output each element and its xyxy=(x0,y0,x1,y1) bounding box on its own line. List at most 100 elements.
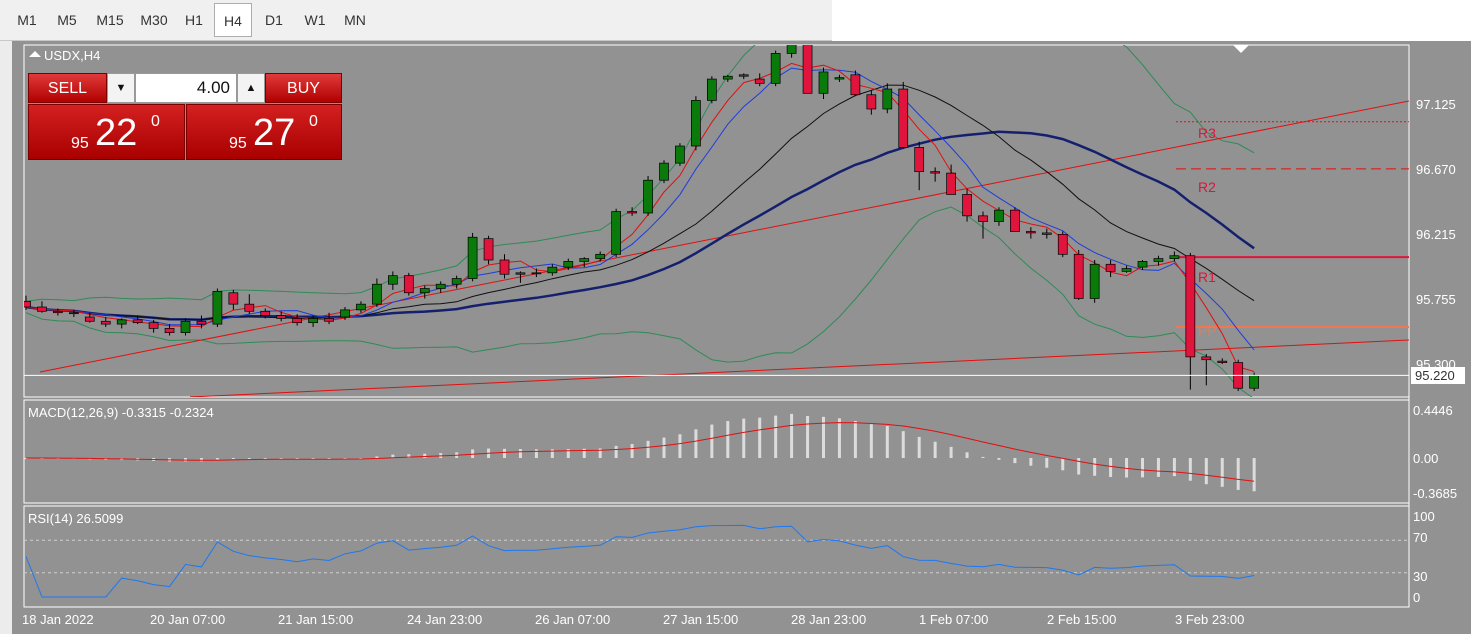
macd-histogram-bar xyxy=(630,444,634,458)
bear-candle xyxy=(978,215,988,222)
rsi-label: RSI(14) 26.5099 xyxy=(28,511,123,526)
bear-candle xyxy=(100,320,111,325)
time-tick: 24 Jan 23:00 xyxy=(407,612,482,627)
macd-tick: 0.4446 xyxy=(1413,403,1453,418)
sell-price-main: 22 xyxy=(95,112,138,154)
bear-candle xyxy=(53,310,63,314)
bull-candle xyxy=(722,75,733,80)
bull-candle xyxy=(388,275,398,285)
bear-candle xyxy=(292,318,302,324)
time-tick: 2 Feb 15:00 xyxy=(1047,612,1116,627)
macd-histogram-bar xyxy=(1141,458,1144,478)
macd-tick: 0.00 xyxy=(1413,451,1438,466)
macd-histogram-bar xyxy=(646,440,650,458)
shift-marker-icon[interactable] xyxy=(1233,45,1249,53)
macd-histogram-bar xyxy=(869,424,873,458)
bull-candle xyxy=(595,253,606,259)
rsi-panel xyxy=(24,524,1409,598)
macd-panel-frame xyxy=(23,399,1410,504)
lot-decrease-button[interactable]: ▼ xyxy=(107,73,135,103)
bear-candle xyxy=(483,238,494,261)
macd-histogram-bar xyxy=(837,418,841,458)
sell-price-box[interactable]: 95 22 0 xyxy=(28,104,185,160)
bear-candle xyxy=(914,147,925,173)
bear-candle xyxy=(196,320,207,325)
macd-histogram-bar xyxy=(518,449,522,458)
macd-histogram-bar xyxy=(247,458,251,459)
bear-candle xyxy=(1010,209,1020,232)
macd-histogram-bar xyxy=(758,417,762,458)
current-price-label: 95.220 xyxy=(1415,368,1455,383)
macd-histogram-bar xyxy=(981,456,985,458)
rsi-line xyxy=(25,524,1255,598)
rsi-tick: 70 xyxy=(1413,530,1427,545)
bull-candle xyxy=(531,272,542,275)
bull-candle xyxy=(419,288,430,294)
macd-histogram-bar xyxy=(917,436,921,458)
macd-histogram-bar xyxy=(215,458,219,460)
bear-candle xyxy=(1105,263,1116,272)
bull-candle xyxy=(675,145,685,164)
pivot-label-r2: R2 xyxy=(1198,179,1216,195)
macd-histogram-bar xyxy=(710,424,714,458)
macd-histogram-bar xyxy=(1077,458,1081,475)
pivot-label-pp: PP xyxy=(1198,323,1217,339)
bull-candle xyxy=(738,74,749,77)
macd-histogram-bar xyxy=(885,426,889,458)
macd-histogram-bar xyxy=(1093,458,1097,476)
macd-histogram-bar xyxy=(1029,458,1033,466)
macd-histogram-bar xyxy=(375,456,379,458)
bull-candle xyxy=(659,162,669,181)
bear-candle xyxy=(930,171,941,174)
bull-candle xyxy=(691,100,701,147)
macd-histogram-bar xyxy=(678,434,682,458)
bear-candle xyxy=(228,292,239,305)
bull-candle xyxy=(515,272,526,275)
bull-candle xyxy=(308,318,318,324)
chevron-down-icon: ▼ xyxy=(115,82,127,94)
bull-candle xyxy=(994,209,1004,222)
macd-histogram-bar xyxy=(965,452,969,458)
rsi-tick: 100 xyxy=(1413,509,1435,524)
time-tick: 1 Feb 07:00 xyxy=(919,612,988,627)
lot-size-input[interactable] xyxy=(135,73,237,103)
macd-histogram-bar xyxy=(742,418,746,458)
buy-button[interactable]: BUY xyxy=(265,73,342,103)
bull-candle xyxy=(563,261,574,268)
bull-candle xyxy=(1169,255,1180,259)
macd-histogram-bar xyxy=(1156,458,1160,477)
bear-candle xyxy=(37,306,47,312)
time-tick: 26 Jan 07:00 xyxy=(535,612,610,627)
time-tick: 27 Jan 15:00 xyxy=(663,612,738,627)
macd-histogram-bar xyxy=(694,429,698,458)
lot-increase-button[interactable]: ▲ xyxy=(237,73,265,103)
macd-histogram-bar xyxy=(1220,458,1224,487)
price-tick: 97.125 xyxy=(1416,97,1456,112)
bear-candle xyxy=(1073,253,1084,299)
macd-histogram-bar xyxy=(1172,458,1176,477)
bear-candle xyxy=(1217,360,1228,363)
rsi-panel-frame xyxy=(23,505,1410,608)
macd-histogram-bar xyxy=(949,446,953,458)
macd-histogram-bar xyxy=(1109,458,1113,477)
bull-candle xyxy=(1249,375,1260,389)
time-tick: 21 Jan 15:00 xyxy=(278,612,353,627)
buy-price-box[interactable]: 95 27 0 xyxy=(186,104,342,160)
bull-candle xyxy=(340,309,350,318)
bear-candle xyxy=(627,211,637,214)
buy-price-prefix: 95 xyxy=(229,135,247,152)
bull-candle xyxy=(180,320,191,334)
bear-candle xyxy=(324,318,334,322)
bear-candle xyxy=(850,74,861,96)
bear-candle xyxy=(244,303,255,312)
macd-histogram-bar xyxy=(263,458,267,459)
price-tick: 96.670 xyxy=(1416,162,1456,177)
time-tick: 3 Feb 23:00 xyxy=(1175,612,1244,627)
macd-panel xyxy=(24,413,1256,492)
bear-candle xyxy=(1041,232,1052,235)
sell-button[interactable]: SELL xyxy=(28,73,107,103)
collapse-arrow-icon[interactable] xyxy=(29,51,41,57)
bear-candle xyxy=(260,310,271,316)
bear-candle xyxy=(132,319,143,324)
price-tick: 95.755 xyxy=(1416,292,1456,307)
